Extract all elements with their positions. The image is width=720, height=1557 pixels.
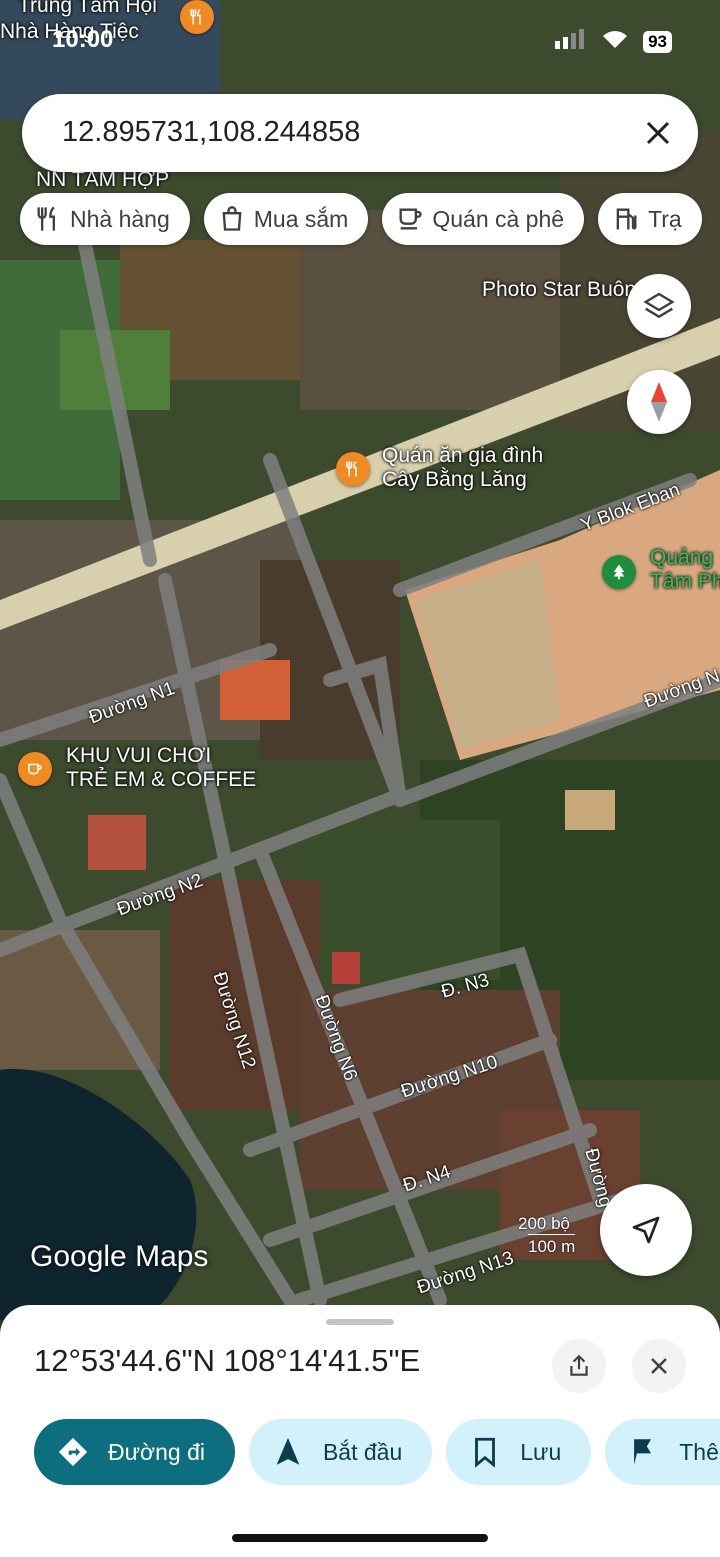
- poi-name-line-2: Cây Bằng Lăng: [382, 468, 527, 492]
- poi-label-restaurant[interactable]: Quán ăn gia đình Cây Bằng Lăng: [382, 444, 543, 492]
- close-icon: [651, 1358, 667, 1374]
- chip-label: Mua sắm: [253, 205, 349, 232]
- share-icon: [570, 1354, 588, 1376]
- action-label: Thê: [679, 1438, 719, 1465]
- chip-label: Quán cà phê: [432, 205, 565, 232]
- chip-shopping[interactable]: Mua sắm: [203, 193, 369, 245]
- compass-icon: [651, 382, 667, 422]
- status-time: 10:00: [52, 26, 114, 53]
- start-button[interactable]: Bắt đầu: [248, 1419, 433, 1485]
- signal-icon: [555, 29, 587, 54]
- action-label: Bắt đầu: [322, 1438, 403, 1465]
- coffee-pin-icon[interactable]: [18, 752, 52, 786]
- google-maps-attribution: Google Maps: [30, 1240, 209, 1273]
- park-pin-icon[interactable]: [602, 555, 636, 589]
- share-button[interactable]: [552, 1339, 606, 1393]
- poi-name-line-2: TRẺ EM & COFFEE: [66, 768, 257, 792]
- restaurant-icon: [37, 206, 55, 231]
- navigation-arrow-icon: [632, 1216, 660, 1244]
- sheet-drag-handle[interactable]: [326, 1319, 394, 1325]
- poi-label-park[interactable]: Quảng Tâm Ph: [650, 546, 720, 594]
- status-bar: 10:00 93: [0, 0, 720, 80]
- bookmark-icon: [475, 1437, 496, 1468]
- chip-gas[interactable]: Trạ: [598, 193, 702, 245]
- poi-label-photo-star[interactable]: Photo Star Buôn: [482, 278, 636, 302]
- gas-station-icon: [616, 208, 637, 230]
- directions-button[interactable]: Đường đi: [34, 1419, 235, 1485]
- navigation-icon: [276, 1437, 300, 1465]
- poi-label-kids-coffee[interactable]: KHU VUI CHƠI TRẺ EM & COFFEE: [66, 744, 256, 792]
- action-label: Lưu: [520, 1438, 562, 1465]
- shopping-bag-icon: [222, 206, 242, 231]
- chip-label: Nhà hàng: [70, 205, 170, 232]
- flag-icon: [634, 1439, 652, 1465]
- poi-name-line-1: KHU VUI CHƠI: [66, 744, 212, 767]
- search-query[interactable]: 12.895731,108.244858: [62, 116, 360, 149]
- action-label: Đường đi: [108, 1438, 205, 1465]
- layers-button[interactable]: [627, 274, 691, 338]
- chip-coffee[interactable]: Quán cà phê: [382, 193, 585, 245]
- wifi-icon: [601, 28, 629, 55]
- chip-restaurants[interactable]: Nhà hàng: [20, 193, 190, 245]
- restaurant-pin-icon[interactable]: [336, 452, 370, 486]
- scale-meters: 100 m: [528, 1234, 576, 1257]
- poi-name-line-1: Quảng: [650, 546, 714, 569]
- chip-label: Trạ: [648, 205, 682, 232]
- action-buttons: Đường đi Bắt đầu Lưu Thê: [34, 1419, 720, 1485]
- home-indicator[interactable]: [232, 1534, 488, 1542]
- close-sheet-button[interactable]: [632, 1339, 686, 1393]
- coordinates-title: 12°53'44.6"N 108°14'41.5"E: [34, 1343, 421, 1378]
- my-location-button[interactable]: [600, 1184, 692, 1276]
- save-button[interactable]: Lưu: [446, 1419, 592, 1485]
- directions-icon: [58, 1437, 88, 1467]
- status-icons: 93: [555, 28, 672, 55]
- add-label-button[interactable]: Thê: [605, 1419, 720, 1485]
- scale-bar: 200 bộ 100 m: [440, 1214, 576, 1257]
- place-bottom-sheet[interactable]: 12°53'44.6"N 108°14'41.5"E Đường đi Bắt …: [0, 1305, 720, 1557]
- category-chips: Nhà hàng Mua sắm Quán cà phê Trạ: [20, 193, 702, 245]
- coffee-icon: [399, 208, 422, 230]
- poi-name-line-2: Tâm Ph: [650, 570, 720, 594]
- clear-search-button[interactable]: [638, 113, 678, 153]
- compass-button[interactable]: [627, 370, 691, 434]
- scale-feet: 200 bộ: [518, 1214, 570, 1233]
- search-bar[interactable]: 12.895731,108.244858: [22, 94, 698, 172]
- layers-icon: [643, 292, 675, 319]
- poi-name-line-1: Quán ăn gia đình: [382, 444, 544, 467]
- close-icon: [646, 121, 670, 145]
- battery-indicator: 93: [643, 30, 672, 53]
